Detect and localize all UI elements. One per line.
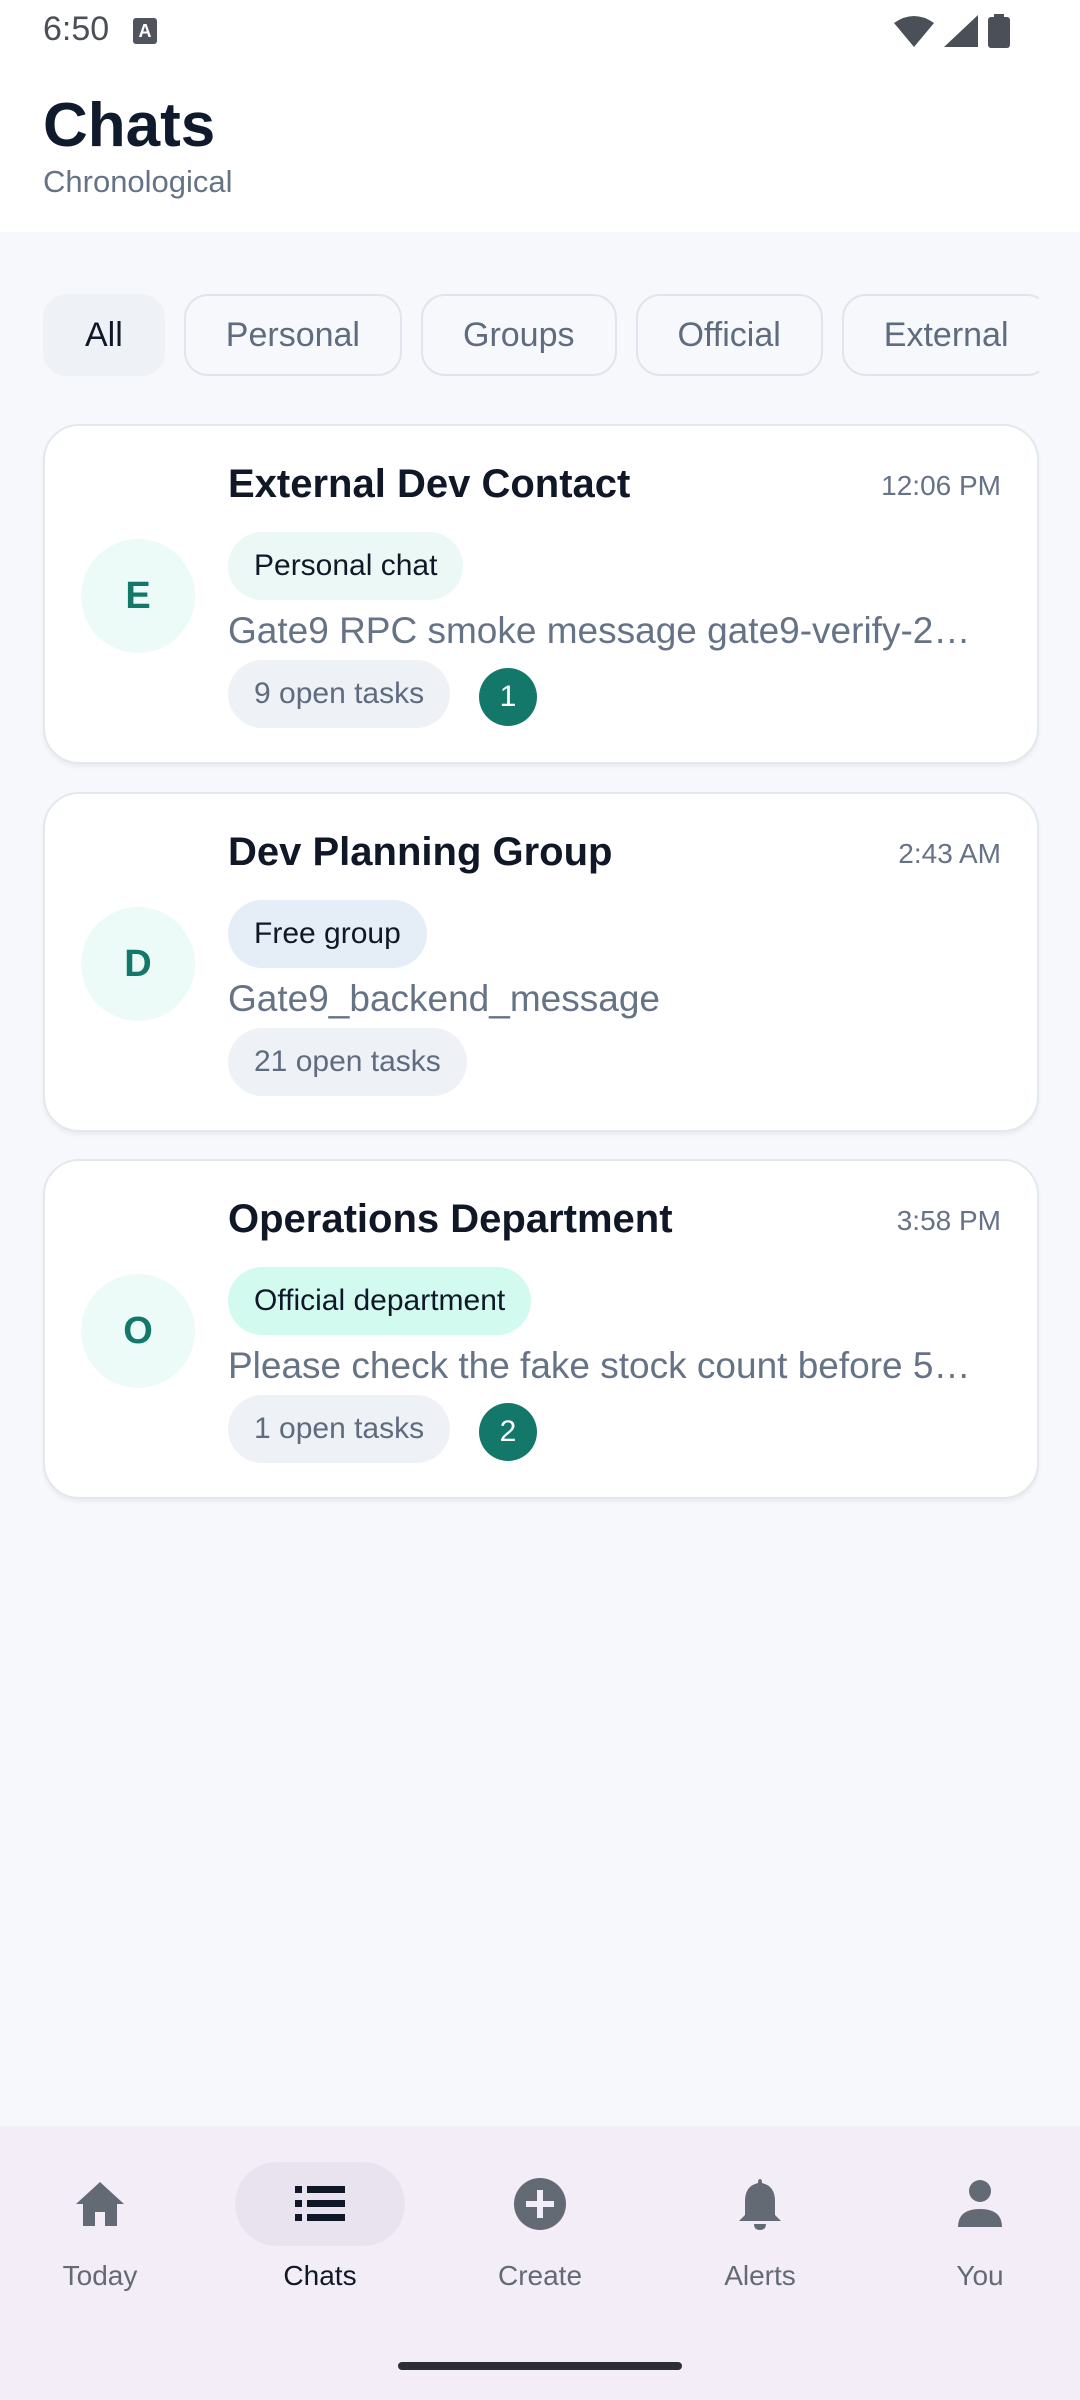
nav-item-alerts[interactable]: Alerts [675, 2162, 845, 2292]
bell-icon [739, 2179, 781, 2230]
chat-type-badge: Free group [228, 900, 427, 968]
avatar: E [81, 539, 195, 653]
notification-a-icon: A [133, 18, 157, 44]
wifi-icon [894, 16, 934, 47]
chat-name: Dev Planning Group [228, 830, 613, 874]
filter-chip-groups[interactable]: Groups [421, 294, 617, 376]
chat-type-badge: Official department [228, 1267, 532, 1335]
avatar: O [81, 1274, 195, 1388]
status-time: 6:50 [43, 10, 110, 48]
unread-count-badge: 1 [479, 668, 537, 726]
nav-label: Today [62, 2260, 138, 2291]
open-tasks-badge: 21 open tasks [228, 1028, 467, 1096]
nav-label: Create [497, 2260, 583, 2291]
nav-item-chats[interactable]: Chats [235, 2162, 405, 2292]
avatar: D [81, 907, 195, 1021]
status-bar: 6:50 A [0, 0, 1080, 62]
nav-item-create[interactable]: Create [455, 2162, 625, 2292]
page-title: Chats [43, 91, 216, 160]
chat-card[interactable]: E External Dev Contact 12:06 PM Personal… [43, 424, 1039, 764]
chat-name: External Dev Contact [228, 462, 631, 506]
signal-icon [944, 15, 978, 47]
nav-label: Alerts [724, 2260, 796, 2291]
filter-chip-external[interactable]: External [841, 294, 1039, 376]
home-indicator[interactable] [398, 2362, 682, 2370]
chat-name: Operations Department [228, 1197, 673, 1241]
bottom-navigation: Today Chats Create Alerts You [0, 2126, 1080, 2400]
chats-screen: 6:50 A Chats Chronological All Personal Gr… [0, 0, 1080, 2400]
nav-item-you[interactable]: You [895, 2162, 1065, 2292]
chat-card[interactable]: O Operations Department 3:58 PM Official… [43, 1159, 1039, 1499]
message-preview: Please check the fake stock count before… [228, 1345, 971, 1386]
list-icon [295, 2186, 345, 2221]
filter-chips: All Personal Groups Official External [43, 294, 1039, 376]
add-circle-icon [514, 2178, 566, 2230]
chat-time: 2:43 AM [898, 838, 1001, 869]
open-tasks-badge: 1 open tasks [228, 1395, 451, 1463]
unread-count-badge: 2 [479, 1403, 537, 1461]
sort-mode-label[interactable]: Chronological [43, 164, 233, 200]
chat-type-badge: Personal chat [228, 532, 464, 600]
chat-card[interactable]: D Dev Planning Group 2:43 AM Free group … [43, 792, 1039, 1132]
page-header: Chats Chronological [0, 62, 1080, 232]
chat-time: 12:06 PM [881, 470, 1001, 501]
person-icon [958, 2180, 1002, 2227]
filter-chip-all[interactable]: All [43, 294, 165, 376]
nav-item-today[interactable]: Today [15, 2162, 185, 2292]
status-icons [894, 14, 1010, 48]
filter-chip-official[interactable]: Official [635, 294, 823, 376]
message-preview: Gate9 RPC smoke message gate9-verify-2… [228, 610, 971, 651]
message-preview: Gate9_backend_message [228, 978, 660, 1019]
open-tasks-badge: 9 open tasks [228, 660, 451, 728]
nav-label: You [956, 2260, 1004, 2291]
battery-icon [988, 14, 1010, 48]
home-icon [76, 2182, 124, 2226]
nav-label: Chats [283, 2260, 357, 2291]
filter-chip-personal[interactable]: Personal [183, 294, 402, 376]
chat-time: 3:58 PM [896, 1205, 1001, 1236]
